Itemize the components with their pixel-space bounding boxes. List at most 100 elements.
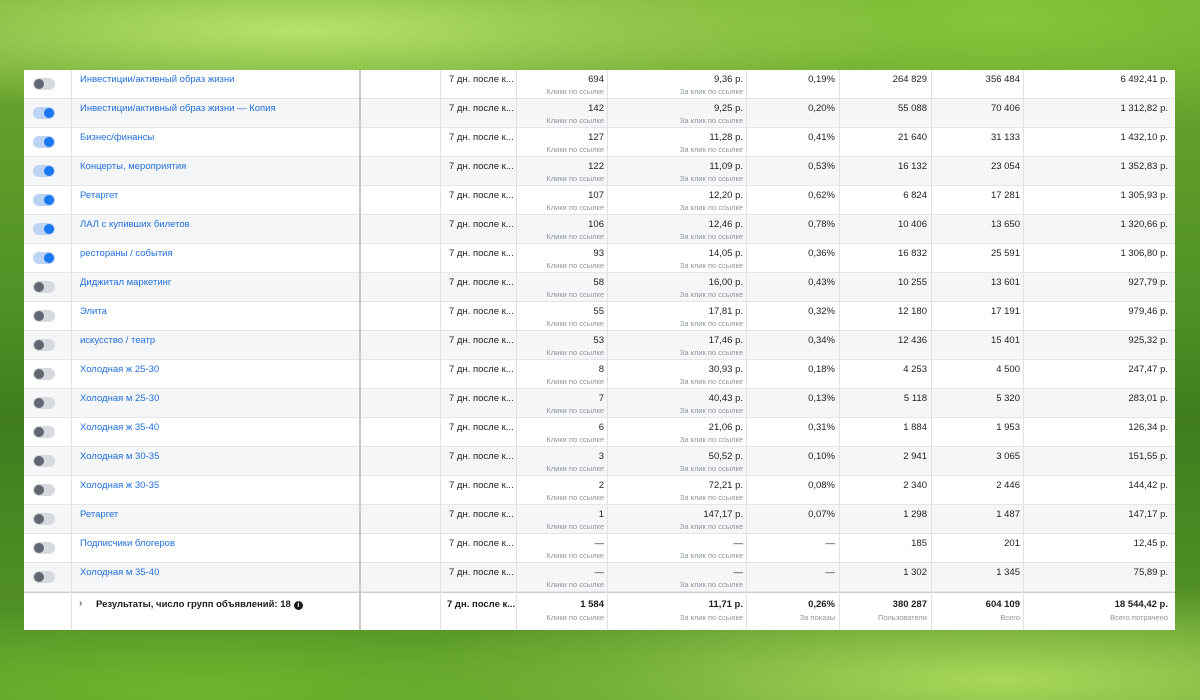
results-label: Клики по ссылке	[546, 464, 604, 473]
table-row[interactable]: ЛАЛ с купивших билетов 7 дн. после к... 10…	[24, 215, 1175, 244]
chevron-right-icon[interactable]: ›	[79, 598, 82, 609]
column-divider	[746, 70, 747, 630]
table-row[interactable]: Бизнес/финансы 7 дн. после к... 127 Клики п…	[24, 128, 1175, 157]
ad-set-name-link[interactable]: Холодная ж 35-40	[80, 422, 159, 433]
amount-spent-value: 247,47 р.	[1128, 364, 1168, 375]
reach-value: 21 640	[897, 132, 927, 143]
table-row[interactable]: Холодная ж 25-30 7 дн. после к... 8 Клики п…	[24, 360, 1175, 389]
cost-per-result-value: —	[733, 567, 744, 578]
status-toggle[interactable]	[33, 165, 55, 177]
status-toggle[interactable]	[33, 455, 55, 467]
ad-set-name-link[interactable]: Холодная ж 30-35	[80, 480, 159, 491]
ad-set-name-link[interactable]: Ретаргет	[80, 190, 118, 201]
status-toggle[interactable]	[33, 310, 55, 322]
toggle-knob	[44, 224, 54, 234]
ad-set-name-link[interactable]: Холодная ж 25-30	[80, 364, 159, 375]
reach-value: 5 118	[903, 393, 927, 404]
cost-per-result-label: За клик по ссылке	[679, 261, 743, 270]
impressions-value: 356 484	[985, 74, 1020, 85]
ctr-value: 0,19%	[808, 74, 835, 85]
status-toggle[interactable]	[33, 194, 55, 206]
attribution-window: 7 дн. после к...	[449, 219, 514, 230]
results-value: 107	[588, 190, 604, 201]
table-row[interactable]: Концерты, мероприятия 7 дн. после к... 122…	[24, 157, 1175, 186]
cost-per-result-value: —	[733, 538, 744, 549]
table-row[interactable]: Инвестиции/активный образ жизни 7 дн. пос…	[24, 70, 1175, 99]
status-toggle[interactable]	[33, 513, 55, 525]
impressions-value: 13 601	[990, 277, 1020, 288]
results-label: Клики по ссылке	[546, 145, 604, 154]
results-label: Клики по ссылке	[546, 435, 604, 444]
ad-set-name-link[interactable]: ЛАЛ с купивших билетов	[80, 219, 190, 230]
results-value: 58	[593, 277, 604, 288]
ad-set-name-link[interactable]: Холодная м 30-35	[80, 451, 159, 462]
ad-set-name-link[interactable]: Элита	[80, 306, 107, 317]
cost-per-result-label: За клик по ссылке	[679, 522, 743, 531]
status-toggle[interactable]	[33, 252, 55, 264]
status-toggle[interactable]	[33, 136, 55, 148]
amount-spent-value: 979,46 р.	[1128, 306, 1168, 317]
table-row[interactable]: Холодная м 30-35 7 дн. после к... 3 Клики п…	[24, 447, 1175, 476]
table-row[interactable]: Элита 7 дн. после к... 55 Клики по ссылке 17…	[24, 302, 1175, 331]
impressions-value: 13 650	[990, 219, 1020, 230]
toggle-knob	[44, 108, 54, 118]
reach-value: 10 255	[897, 277, 927, 288]
table-row[interactable]: Подписчики блогеров 7 дн. после к... — Клик…	[24, 534, 1175, 563]
cost-per-result-label: За клик по ссылке	[679, 551, 743, 560]
status-toggle[interactable]	[33, 397, 55, 409]
status-toggle[interactable]	[33, 542, 55, 554]
ad-set-name-link[interactable]: Холодная м 35-40	[80, 567, 159, 578]
ad-set-name-link[interactable]: искусство / театр	[80, 335, 155, 346]
ad-set-name-link[interactable]: Бизнес/финансы	[80, 132, 154, 143]
cost-per-result-label: За клик по ссылке	[679, 116, 743, 125]
table-row[interactable]: Холодная ж 30-35 7 дн. после к... 2 Клики п…	[24, 476, 1175, 505]
totals-results: 1 584	[580, 599, 604, 610]
ad-set-name-link[interactable]: Подписчики блогеров	[80, 538, 175, 549]
status-toggle[interactable]	[33, 368, 55, 380]
cost-per-result-label: За клик по ссылке	[679, 203, 743, 212]
ad-set-name-link[interactable]: Инвестиции/активный образ жизни	[80, 74, 234, 85]
ctr-value: 0,32%	[808, 306, 835, 317]
table-row[interactable]: Ретаргет 7 дн. после к... 1 Клики по ссылке…	[24, 505, 1175, 534]
ad-set-name-link[interactable]: рестораны / события	[80, 248, 173, 259]
attribution-window: 7 дн. после к...	[449, 567, 514, 578]
table-row[interactable]: Холодная м 35-40 7 дн. после к... — Клики п…	[24, 563, 1175, 592]
ad-set-name-link[interactable]: Диджитал маркетинг	[80, 277, 171, 288]
reach-value: 16 832	[897, 248, 927, 259]
status-toggle[interactable]	[33, 223, 55, 235]
table-row[interactable]: рестораны / события 7 дн. после к... 93 Кли…	[24, 244, 1175, 273]
status-toggle[interactable]	[33, 281, 55, 293]
table-row[interactable]: Холодная м 25-30 7 дн. после к... 7 Клики п…	[24, 389, 1175, 418]
toggle-knob	[44, 195, 54, 205]
results-label: Клики по ссылке	[546, 203, 604, 212]
attribution-window: 7 дн. после к...	[449, 335, 514, 346]
status-toggle[interactable]	[33, 426, 55, 438]
column-divider[interactable]	[359, 70, 361, 630]
ad-set-name-link[interactable]: Инвестиции/активный образ жизни — Копия	[80, 103, 276, 114]
toggle-knob	[34, 456, 44, 466]
cost-per-result-label: За клик по ссылке	[679, 348, 743, 357]
status-toggle[interactable]	[33, 339, 55, 351]
amount-spent-value: 126,34 р.	[1128, 422, 1168, 433]
ctr-value: 0,18%	[808, 364, 835, 375]
attribution-window: 7 дн. после к...	[449, 190, 514, 201]
toggle-knob	[34, 282, 44, 292]
table-row[interactable]: Инвестиции/активный образ жизни — Копия 7…	[24, 99, 1175, 128]
table-row[interactable]: Диджитал маркетинг 7 дн. после к... 58 Клик…	[24, 273, 1175, 302]
toggle-knob	[34, 514, 44, 524]
ad-set-name-link[interactable]: Холодная м 25-30	[80, 393, 159, 404]
cost-per-result-label: За клик по ссылке	[679, 174, 743, 183]
table-row[interactable]: искусство / театр 7 дн. после к... 53 Клики…	[24, 331, 1175, 360]
status-toggle[interactable]	[33, 571, 55, 583]
status-toggle[interactable]	[33, 78, 55, 90]
reach-value: 12 180	[897, 306, 927, 317]
ad-set-name-link[interactable]: Ретаргет	[80, 509, 118, 520]
status-toggle[interactable]	[33, 484, 55, 496]
table-row[interactable]: Ретаргет 7 дн. после к... 107 Клики по ссыл…	[24, 186, 1175, 215]
column-divider	[839, 70, 840, 630]
ad-set-name-link[interactable]: Концерты, мероприятия	[80, 161, 186, 172]
status-toggle[interactable]	[33, 107, 55, 119]
info-icon[interactable]: i	[293, 601, 303, 610]
table-row[interactable]: Холодная ж 35-40 7 дн. после к... 6 Клики п…	[24, 418, 1175, 447]
cost-per-result-label: За клик по ссылке	[679, 435, 743, 444]
